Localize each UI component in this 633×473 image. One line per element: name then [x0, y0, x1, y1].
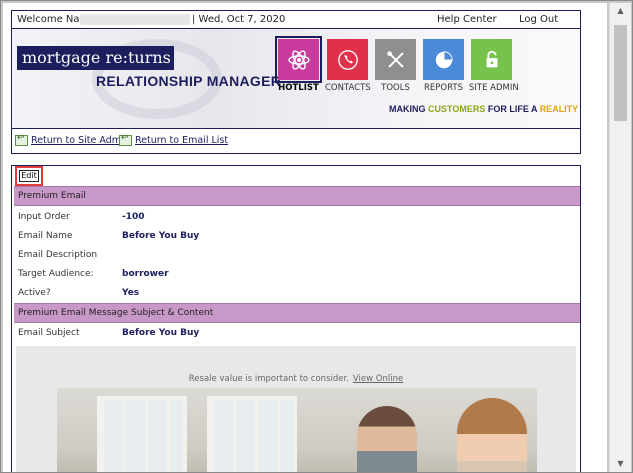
return-links: Return to Site Admin Return to Email Lis…	[12, 131, 580, 153]
help-center-link[interactable]: Help Center	[437, 14, 497, 25]
email-detail-panel: Edit Premium Email Input Order -100 Emai…	[11, 165, 581, 472]
nav-label: SITE ADMIN	[469, 83, 519, 93]
return-site-admin[interactable]: Return to Site Admin	[15, 133, 130, 146]
return-email-list[interactable]: Return to Email List	[119, 133, 228, 146]
person-figure	[357, 406, 417, 472]
section-message: Premium Email Message Subject & Content	[14, 303, 580, 323]
window-shape	[97, 396, 187, 472]
view-online-link[interactable]: View Online	[353, 374, 403, 384]
nav-tools[interactable]: TOOLS	[373, 39, 418, 93]
tagline: MAKING CUSTOMERS FOR LIFE A REALITY	[389, 104, 579, 114]
field-value: -100	[122, 212, 145, 222]
nav-label: HOTLIST	[278, 83, 319, 93]
field-value: borrower	[122, 269, 169, 279]
nav-site-admin[interactable]: SITE ADMIN	[469, 39, 519, 93]
tools-icon	[375, 39, 416, 80]
lock-icon	[471, 39, 512, 80]
return-site-admin-link[interactable]: Return to Site Admin	[31, 135, 130, 146]
field-label: Target Audience:	[18, 269, 94, 279]
nav-contacts[interactable]: CONTACTS	[325, 39, 371, 93]
person-figure	[457, 398, 527, 472]
vertical-scrollbar[interactable]: ▲ ▼	[609, 3, 631, 472]
subject-label: Email Subject	[18, 328, 80, 338]
field-label: Email Name	[18, 231, 73, 241]
header: Welcome Natalie | Wed, Oct 7, 2020 Help …	[11, 10, 581, 154]
scroll-thumb[interactable]	[614, 25, 627, 121]
field-label: Input Order	[18, 212, 70, 222]
edit-button[interactable]: Edit	[19, 170, 39, 182]
field-label: Email Description	[18, 250, 98, 260]
field-value: Yes	[122, 288, 140, 298]
return-icon	[119, 133, 132, 146]
field-label: Active?	[18, 288, 51, 298]
atom-icon	[275, 36, 322, 83]
preview-header: Resale value is important to consider. Vi…	[188, 374, 404, 384]
field-value: Before You Buy	[122, 231, 200, 241]
subject-value: Before You Buy	[122, 328, 200, 338]
nav-label: REPORTS	[424, 83, 463, 93]
top-bar: Welcome Natalie | Wed, Oct 7, 2020 Help …	[12, 11, 580, 29]
logout-link[interactable]: Log Out	[519, 14, 558, 25]
date-text: | Wed, Oct 7, 2020	[192, 14, 286, 25]
scroll-up-icon[interactable]: ▲	[610, 3, 631, 19]
return-icon	[15, 133, 28, 146]
brand-logo[interactable]: mortgage re:turns	[17, 46, 174, 70]
browser-frame: Welcome Natalie | Wed, Oct 7, 2020 Help …	[0, 0, 633, 473]
redacted-name	[80, 14, 190, 25]
pie-chart-icon	[423, 39, 464, 80]
email-hero-image	[57, 388, 537, 472]
section-premium-email: Premium Email	[14, 186, 580, 206]
brand-subtitle: RELATIONSHIP MANAGER	[96, 73, 282, 89]
nav-label: TOOLS	[381, 83, 410, 93]
window-shape	[207, 396, 297, 472]
banner: mortgage re:turns RELATIONSHIP MANAGER H…	[12, 29, 580, 129]
return-email-list-link[interactable]: Return to Email List	[135, 135, 228, 146]
scroll-down-icon[interactable]: ▼	[610, 456, 631, 472]
email-preview: Resale value is important to consider. Vi…	[16, 346, 576, 472]
nav-hotlist[interactable]: HOTLIST	[275, 36, 322, 93]
nav-reports[interactable]: REPORTS	[421, 39, 466, 93]
nav-label: CONTACTS	[325, 83, 371, 93]
edit-highlight: Edit	[15, 166, 43, 186]
phone-icon	[327, 39, 368, 80]
page-viewport: Welcome Natalie | Wed, Oct 7, 2020 Help …	[3, 3, 607, 472]
